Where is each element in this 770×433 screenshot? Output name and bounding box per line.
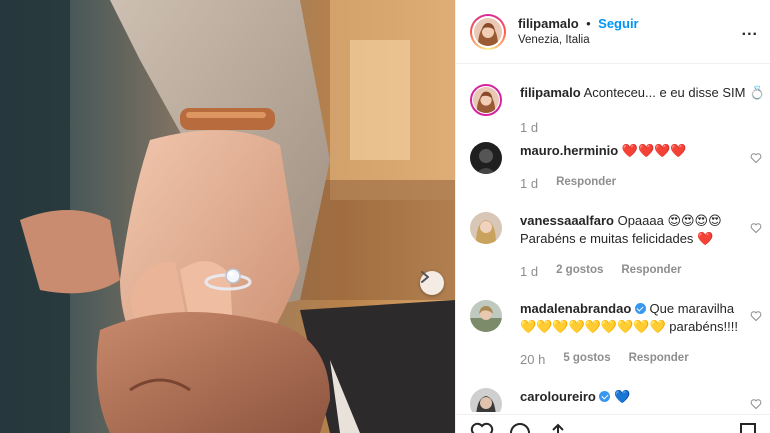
caption-username[interactable]: filipamalo: [520, 85, 581, 100]
comment-text: 💙: [614, 389, 631, 404]
next-arrow-icon: [421, 271, 429, 283]
commenter-avatar[interactable]: [470, 212, 502, 244]
caption-avatar[interactable]: [470, 84, 502, 116]
follow-button[interactable]: Seguir: [598, 16, 638, 31]
heart-outline-icon[interactable]: [750, 152, 762, 164]
post-actions-bar: [456, 414, 770, 433]
comment-time[interactable]: 1 d: [520, 176, 538, 191]
next-photo-button[interactable]: [420, 271, 444, 295]
comment-item: caroloureiro 💙: [470, 388, 770, 412]
comments-list[interactable]: filipamalo Aconteceu... e eu disse SIM 💍…: [456, 72, 770, 412]
reply-button[interactable]: Responder: [556, 176, 616, 191]
heart-outline-icon[interactable]: [750, 398, 762, 410]
share-icon[interactable]: [546, 422, 570, 433]
post-side-panel: filipamalo • Seguir Venezia, Italia ... …: [455, 0, 770, 433]
comment-username[interactable]: caroloureiro: [520, 389, 596, 404]
comment-username[interactable]: mauro.herminio: [520, 143, 618, 158]
comment-username[interactable]: madalenabrandao: [520, 301, 631, 316]
comment-item: vanessaaalfaro Opaaaa 😍😍😍😍 Parabéns e mu…: [470, 212, 770, 284]
post-header: filipamalo • Seguir Venezia, Italia ...: [456, 0, 770, 64]
caption-time[interactable]: 1 d: [520, 120, 538, 135]
comment-time[interactable]: 20 h: [520, 352, 545, 367]
like-heart-icon[interactable]: [470, 422, 494, 433]
reply-button[interactable]: Responder: [621, 264, 681, 279]
verified-icon: [599, 391, 611, 402]
comment-item: mauro.herminio ❤️❤️❤️❤️ 1 d Responder: [470, 142, 770, 198]
comment-item: madalenabrandao Que maravilha 💛💛💛💛💛💛💛💛💛 …: [470, 300, 770, 372]
verified-icon: [634, 303, 646, 314]
likes-count[interactable]: 2 gostos: [556, 264, 603, 279]
heart-outline-icon[interactable]: [750, 222, 762, 234]
more-icon[interactable]: ...: [742, 22, 758, 40]
engagement-ring-photo: [0, 0, 455, 433]
commenter-avatar[interactable]: [470, 142, 502, 174]
author-username[interactable]: filipamalo: [518, 16, 579, 31]
comment-icon[interactable]: [508, 422, 532, 433]
author-avatar[interactable]: [474, 17, 502, 46]
comment-username[interactable]: vanessaaalfaro: [520, 213, 614, 228]
commenter-avatar[interactable]: [470, 388, 502, 412]
story-ring[interactable]: [470, 13, 506, 50]
caption: filipamalo Aconteceu... e eu disse SIM 💍…: [470, 84, 770, 140]
separator-dot: •: [586, 15, 591, 31]
comment-text: ❤️❤️❤️❤️: [621, 143, 687, 158]
reply-button[interactable]: Responder: [629, 352, 689, 367]
bookmark-icon[interactable]: [738, 422, 758, 433]
caption-text: Aconteceu... e eu disse SIM 💍: [583, 85, 766, 100]
post-photo[interactable]: [0, 0, 455, 433]
post-location[interactable]: Venezia, Italia: [518, 32, 639, 49]
likes-count[interactable]: 5 gostos: [563, 352, 610, 367]
commenter-avatar[interactable]: [470, 300, 502, 332]
heart-outline-icon[interactable]: [750, 310, 762, 322]
comment-time[interactable]: 1 d: [520, 264, 538, 279]
